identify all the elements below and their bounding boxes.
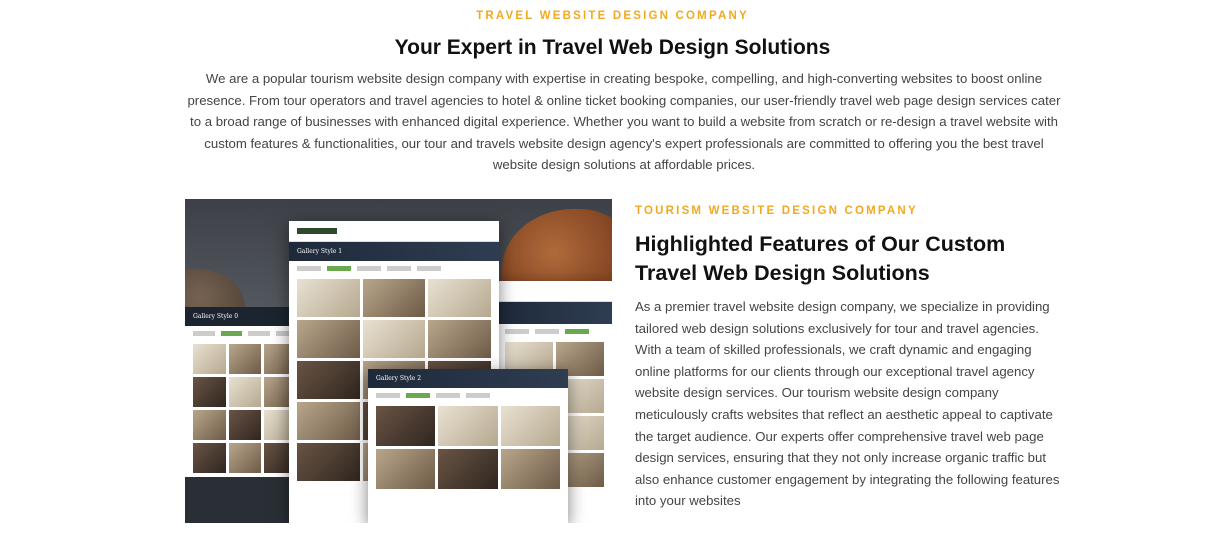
- mockup-banner: Gallery Style 1: [289, 242, 499, 261]
- website-mockup-image: Gallery Style 0 Gallery Style 1 Gallery …: [185, 199, 612, 523]
- features-eyebrow: TOURISM WEBSITE DESIGN COMPANY: [635, 205, 918, 217]
- mockup-page-front: Gallery Style 2: [368, 369, 568, 523]
- mockup-banner: Gallery Style 2: [368, 369, 568, 388]
- mockup-banner: Gallery Style 0: [185, 307, 305, 326]
- mockup-logo: [297, 228, 337, 234]
- section-title: Your Expert in Travel Web Design Solutio…: [394, 36, 831, 59]
- section-intro: We are a popular tourism website design …: [187, 71, 1061, 173]
- mockup-page-left: Gallery Style 0: [185, 307, 305, 523]
- section-eyebrow: TRAVEL WEBSITE DESIGN COMPANY: [476, 10, 749, 22]
- features-title: Highlighted Features of Our Custom Trave…: [635, 232, 1006, 285]
- features-text: As a premier travel website design compa…: [635, 299, 1060, 509]
